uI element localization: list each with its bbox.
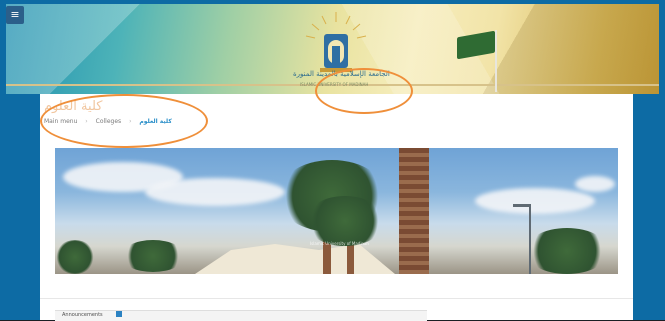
hero-caption: Islamic University of Madinah <box>310 241 369 246</box>
palm-trunk-large <box>399 148 429 274</box>
highlight-ring-title <box>40 94 208 148</box>
announcements-label[interactable]: Announcements <box>62 312 103 318</box>
flagpole <box>495 30 497 92</box>
section-divider <box>40 298 633 299</box>
announcements-bar <box>55 310 427 321</box>
cloud <box>475 188 595 214</box>
palm-leaves <box>525 228 609 274</box>
hamburger-icon: ≡ <box>10 8 20 21</box>
tent-structure <box>195 244 395 274</box>
palm-leaves <box>55 240 95 274</box>
announcements-icon[interactable] <box>116 311 122 317</box>
cloud <box>145 178 285 206</box>
palm-leaves <box>305 196 385 246</box>
highlight-ring-logo <box>315 68 413 114</box>
menu-button[interactable]: ≡ <box>6 6 24 24</box>
cloud <box>575 176 615 192</box>
hero-image: Islamic University of Madinah <box>55 148 618 274</box>
street-lamp <box>529 206 531 274</box>
palm-leaves <box>121 240 185 272</box>
street-lamp-arm <box>513 204 531 207</box>
